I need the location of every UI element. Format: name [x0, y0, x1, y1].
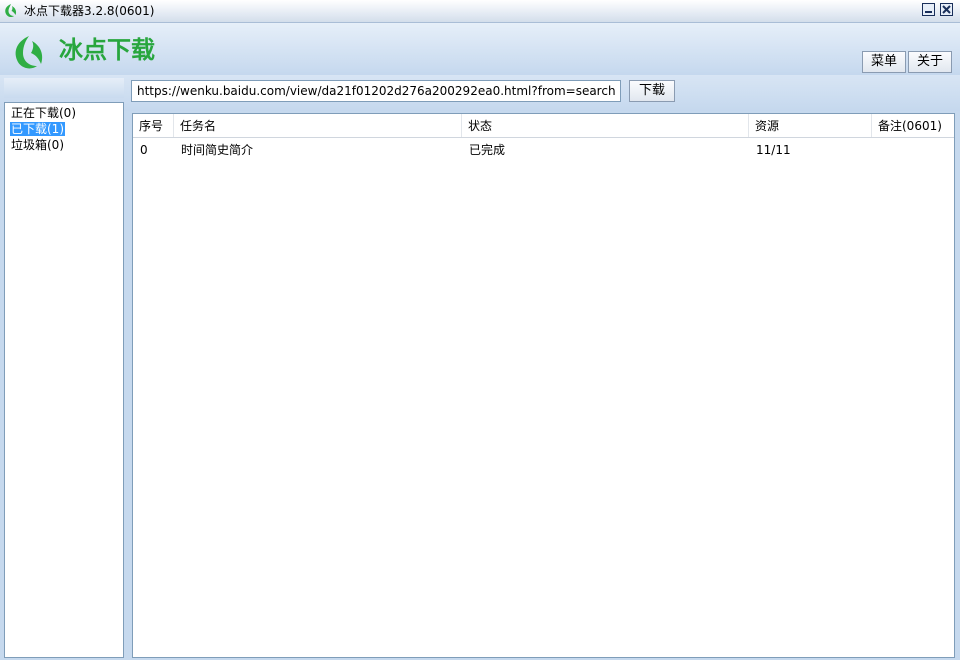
- sidebar-header: [4, 78, 124, 98]
- brand-logo-text: 冰点下载: [59, 36, 155, 64]
- sidebar-item-label: 已下载(1): [10, 122, 65, 136]
- close-icon: [942, 5, 951, 14]
- download-button[interactable]: 下载: [629, 80, 675, 102]
- title-bar: 冰点下载器3.2.8(0601): [0, 0, 960, 23]
- app-header: 冰点下载: [0, 23, 960, 75]
- column-header-resource[interactable]: 资源: [749, 114, 872, 137]
- column-header-index[interactable]: 序号: [133, 114, 174, 137]
- about-button[interactable]: 关于: [908, 51, 952, 73]
- close-button[interactable]: [940, 3, 953, 16]
- category-sidebar: 正在下载(0) 已下载(1) 垃圾箱(0): [4, 102, 124, 658]
- column-header-task-name[interactable]: 任务名: [174, 114, 462, 137]
- sidebar-item-label: 垃圾箱(0): [11, 138, 64, 152]
- sidebar-item-downloading[interactable]: 正在下载(0): [5, 105, 123, 121]
- leaf-logo-icon: [5, 4, 17, 18]
- sidebar-item-downloaded[interactable]: 已下载(1): [5, 121, 123, 137]
- task-list: 序号 任务名 状态 资源 备注(0601) 0 时间简史简介 已完成 11/11: [132, 113, 955, 658]
- cell-note: [872, 139, 954, 159]
- column-header-note[interactable]: 备注(0601): [872, 114, 954, 137]
- column-header-status[interactable]: 状态: [462, 114, 749, 137]
- menu-button[interactable]: 菜单: [862, 51, 906, 73]
- minimize-button[interactable]: [922, 3, 935, 16]
- cell-status: 已完成: [469, 143, 506, 157]
- window-title: 冰点下载器3.2.8(0601): [24, 4, 155, 18]
- url-input[interactable]: [131, 80, 621, 102]
- sidebar-item-label: 正在下载(0): [11, 106, 76, 120]
- cell-resource: 11/11: [756, 143, 791, 157]
- table-header: 序号 任务名 状态 资源 备注(0601): [133, 114, 954, 138]
- brand-logo-icon: [15, 36, 43, 69]
- sidebar-item-trash[interactable]: 垃圾箱(0): [5, 137, 123, 153]
- minimize-icon: [925, 11, 932, 13]
- cell-task-name: 时间简史简介: [181, 143, 254, 157]
- table-row[interactable]: 0 时间简史简介 已完成 11/11: [133, 139, 954, 159]
- cell-index: 0: [140, 143, 148, 157]
